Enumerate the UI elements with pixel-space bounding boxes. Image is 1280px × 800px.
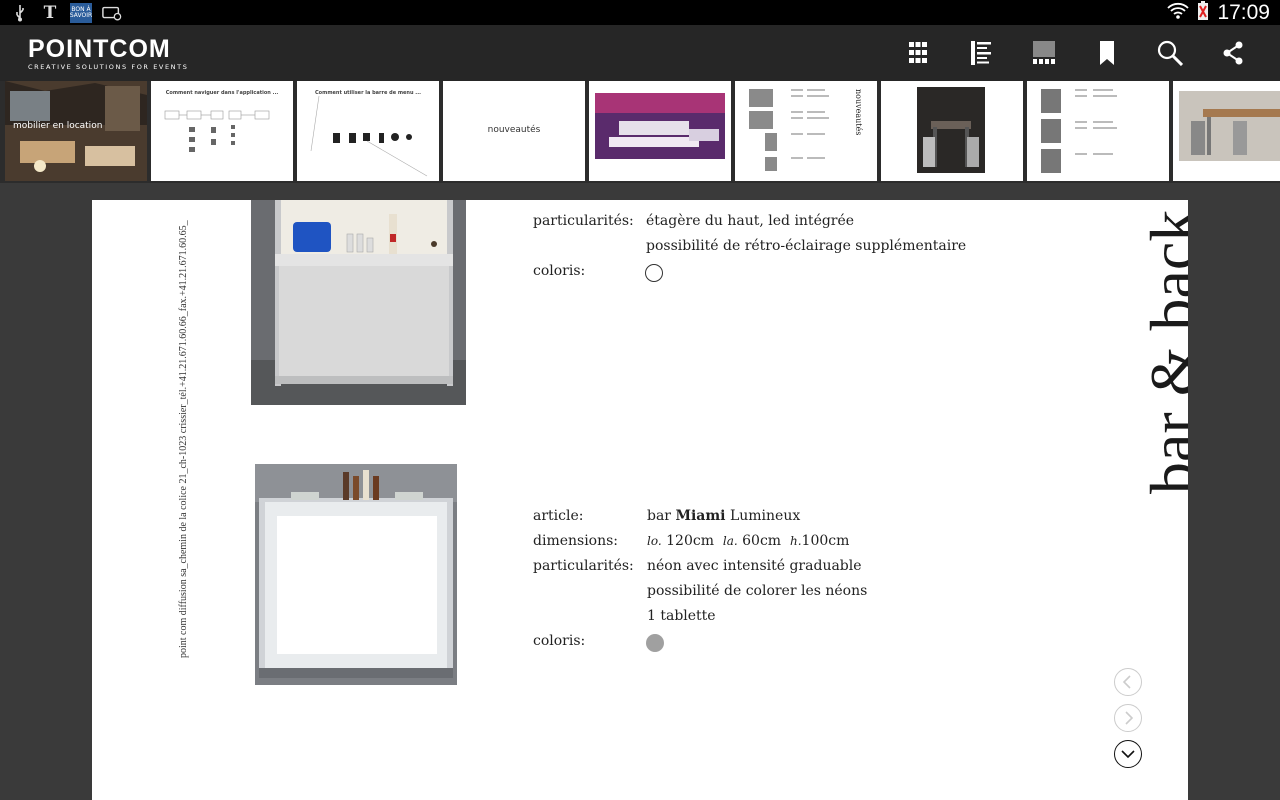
list-view-button[interactable] xyxy=(949,25,1012,81)
product-photo-1 xyxy=(251,200,466,405)
bar-illuminated-shelf-image xyxy=(251,200,466,405)
share-icon xyxy=(1223,41,1242,65)
scroll-down-icon xyxy=(1121,750,1135,759)
dim-lo-label: lo. xyxy=(647,534,662,548)
thumbnail-photo xyxy=(917,87,985,173)
logo-main-text: POINTCOM xyxy=(28,35,171,63)
page-thumbnail-5[interactable] xyxy=(589,81,731,181)
page-thumbnail-6[interactable]: nouveautés xyxy=(735,81,877,181)
bookmark-button[interactable] xyxy=(1075,25,1138,81)
article-suffix: Lumineux xyxy=(729,508,801,524)
catalog-page: point com diffusion sa_chemin de la coli… xyxy=(92,200,1188,800)
bon-a-savoir-text: BON À SAVOIR xyxy=(69,5,93,19)
dim-la: 60cm xyxy=(742,533,782,549)
thumbnail-title: nouveautés xyxy=(854,89,863,136)
dim-h-label: h. xyxy=(789,534,802,548)
logo-tagline: CREATIVE SOLUTIONS FOR EVENTS xyxy=(28,63,189,71)
label-particularites-1: particularités: xyxy=(533,213,634,229)
label-coloris-2: coloris: xyxy=(533,633,586,649)
particularites-2-line-3: 1 tablette xyxy=(647,608,716,624)
thumbnails-icon xyxy=(1032,41,1055,64)
bookmark-icon xyxy=(1099,41,1114,65)
search-button[interactable] xyxy=(1138,25,1201,81)
dim-la-label: la. xyxy=(722,534,738,548)
particularites-1-line-2: possibilité de rétro-éclairage supplémen… xyxy=(646,238,967,254)
article-name: Miami xyxy=(675,508,726,524)
thumbnail-photo xyxy=(595,93,725,159)
page-thumbnail-1[interactable]: mobilier en location xyxy=(5,81,147,181)
bon-a-savoir-icon: BON À SAVOIR xyxy=(69,2,93,23)
article-prefix: bar xyxy=(647,508,672,524)
label-dimensions: dimensions: xyxy=(533,533,619,549)
bar-miami-lumineux-image xyxy=(255,464,457,685)
color-swatch-white xyxy=(645,264,663,282)
page-thumbnail-9[interactable] xyxy=(1173,81,1280,181)
thumbnail-catalog-page xyxy=(1041,89,1117,173)
action-bar: POINTCOM CREATIVE SOLUTIONS FOR EVENTS xyxy=(0,25,1280,81)
thumbnail-diagram xyxy=(310,95,428,177)
page-thumbnail-8[interactable] xyxy=(1027,81,1169,181)
page-thumbnail-7[interactable] xyxy=(881,81,1023,181)
notification-icons: T BON À SAVOIR xyxy=(10,2,122,23)
particularites-2-line-1: néon avec intensité graduable xyxy=(647,558,862,574)
page-thumbnail-2[interactable]: Comment naviguer dans l'application ... xyxy=(151,81,293,181)
wifi-icon xyxy=(1167,2,1190,24)
next-page-button[interactable] xyxy=(1114,704,1142,732)
previous-page-icon xyxy=(1122,675,1131,689)
color-swatch-grey xyxy=(646,634,664,652)
share-button[interactable] xyxy=(1201,25,1264,81)
product-photo-2 xyxy=(255,464,457,685)
list-view-icon xyxy=(970,41,991,65)
battery-icon xyxy=(1197,0,1209,25)
status-bar: T BON À SAVOIR 17:09 xyxy=(0,0,1280,25)
next-page-icon xyxy=(1125,711,1134,725)
voicemail-icon xyxy=(102,3,122,23)
thumbnail-diagram xyxy=(164,110,270,152)
particularites-2-line-2: possibilité de colorer les néons xyxy=(647,583,868,599)
app-logo: POINTCOM CREATIVE SOLUTIONS FOR EVENTS xyxy=(28,35,189,72)
nytimes-icon: T xyxy=(43,2,57,23)
page-thumbnail-4[interactable]: nouveautés xyxy=(443,81,585,181)
thumbnail-photo xyxy=(1179,91,1280,161)
clock: 17:09 xyxy=(1217,0,1270,24)
scroll-down-button[interactable] xyxy=(1114,740,1142,768)
thumbnail-title: mobilier en location xyxy=(13,121,103,131)
grid-view-button[interactable] xyxy=(886,25,949,81)
page-thumbnail-3[interactable]: Comment utiliser la barre de menu ... xyxy=(297,81,439,181)
thumbnail-title: nouveautés xyxy=(487,125,541,135)
article-value: bar Miami Lumineux xyxy=(647,508,800,524)
usb-icon xyxy=(10,3,30,23)
label-particularites-2: particularités: xyxy=(533,558,634,574)
dimensions-value: lo. 120cm la. 60cm h.100cm xyxy=(647,533,849,549)
label-article: article: xyxy=(533,508,584,524)
particularites-1-line-1: étagère du haut, led intégrée xyxy=(646,213,855,229)
label-coloris-1: coloris: xyxy=(533,263,586,279)
dim-h: 100cm xyxy=(801,533,850,549)
search-icon xyxy=(1157,40,1183,66)
toolbar xyxy=(886,25,1264,81)
company-address: point com diffusion sa_chemin de la coli… xyxy=(178,220,189,658)
thumbnail-photo xyxy=(5,81,147,181)
previous-page-button[interactable] xyxy=(1114,668,1142,696)
grid-view-icon xyxy=(908,42,927,63)
dim-lo: 120cm xyxy=(666,533,714,549)
section-title: bar & back xyxy=(1137,209,1188,494)
page-thumbnail-strip: mobilier en location Comment naviguer da… xyxy=(0,81,1280,183)
thumbnails-button[interactable] xyxy=(1012,25,1075,81)
